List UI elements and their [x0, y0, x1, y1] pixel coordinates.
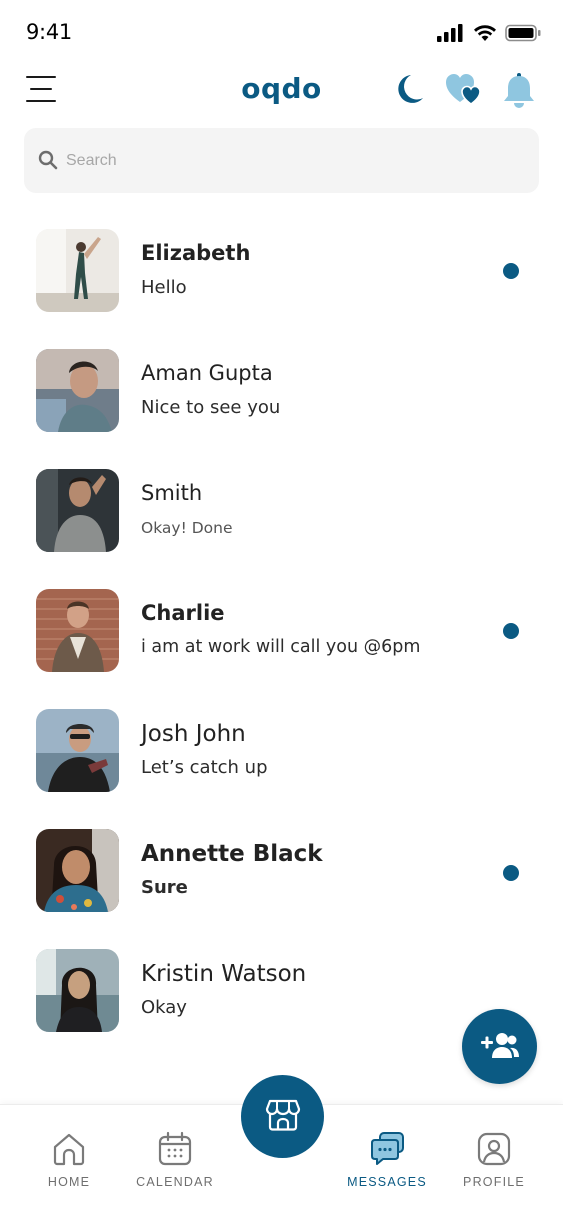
store-icon	[265, 1098, 301, 1136]
app-header: oqdo	[0, 64, 563, 120]
chat-preview: Okay	[141, 997, 187, 1018]
chat-preview: Okay! Done	[141, 519, 233, 537]
nav-home[interactable]: HOME	[38, 1105, 100, 1205]
avatar	[36, 829, 119, 912]
profile-icon	[476, 1131, 512, 1167]
chat-name: Josh John	[141, 721, 246, 747]
unread-indicator	[503, 623, 519, 639]
chat-row-josh-john[interactable]: Josh John Let’s catch up	[0, 690, 563, 810]
chat-name: Elizabeth	[141, 241, 251, 265]
nav-profile[interactable]: PROFILE	[460, 1105, 528, 1205]
nav-label: CALENDAR	[136, 1175, 214, 1189]
signal-icon	[437, 24, 465, 46]
chat-row-elizabeth[interactable]: Elizabeth Hello	[0, 210, 563, 330]
moon-icon[interactable]	[393, 72, 425, 110]
chat-name: Charlie	[141, 601, 225, 625]
chat-preview: Let’s catch up	[141, 757, 268, 778]
add-group-icon	[480, 1031, 519, 1063]
chat-row-aman-gupta[interactable]: Aman Gupta Nice to see you	[0, 330, 563, 450]
avatar	[36, 709, 119, 792]
hearts-icon[interactable]	[445, 72, 483, 110]
chat-preview: i am at work will call you @6pm	[141, 637, 421, 657]
nav-label: PROFILE	[463, 1175, 525, 1189]
search-input[interactable]	[66, 128, 526, 193]
avatar	[36, 229, 119, 312]
chat-name: Kristin Watson	[141, 961, 307, 987]
status-time: 9:41	[26, 20, 72, 44]
chat-preview: Nice to see you	[141, 397, 281, 418]
chat-row-charlie[interactable]: Charlie i am at work will call you @6pm	[0, 570, 563, 690]
nav-messages[interactable]: MESSAGES	[344, 1105, 430, 1205]
chat-name: Smith	[141, 481, 203, 505]
nav-label: MESSAGES	[347, 1175, 427, 1189]
chat-row-smith[interactable]: Smith Okay! Done	[0, 450, 563, 570]
status-icons	[437, 24, 541, 46]
add-group-button[interactable]	[462, 1009, 537, 1084]
chat-name: Annette Black	[141, 841, 323, 867]
avatar	[36, 349, 119, 432]
avatar	[36, 589, 119, 672]
unread-indicator	[503, 263, 519, 279]
bell-icon[interactable]	[502, 72, 536, 114]
avatar	[36, 469, 119, 552]
chat-preview: Sure	[141, 877, 188, 898]
avatar	[36, 949, 119, 1032]
wifi-icon	[473, 24, 497, 46]
search-bar	[24, 128, 539, 193]
battery-icon	[505, 24, 541, 46]
chat-row-annette-black[interactable]: Annette Black Sure	[0, 810, 563, 930]
unread-indicator	[503, 865, 519, 881]
nav-calendar[interactable]: CALENDAR	[132, 1105, 218, 1205]
search-icon	[38, 150, 58, 174]
home-icon	[51, 1131, 87, 1167]
calendar-icon	[157, 1131, 193, 1167]
chat-name: Aman Gupta	[141, 361, 273, 385]
messages-icon	[369, 1131, 405, 1167]
store-button[interactable]	[241, 1075, 324, 1158]
status-bar: 9:41	[0, 0, 563, 64]
nav-label: HOME	[47, 1175, 91, 1189]
chat-preview: Hello	[141, 277, 187, 298]
